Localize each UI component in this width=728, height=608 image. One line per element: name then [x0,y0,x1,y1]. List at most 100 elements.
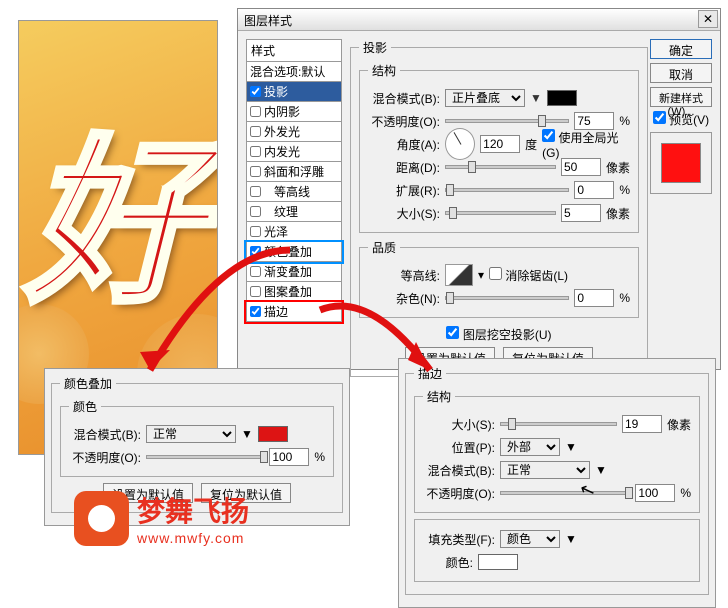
style-item-6[interactable]: 等高线 [246,182,342,202]
contour-picker[interactable] [445,264,473,286]
style-item-9[interactable]: 颜色叠加 [246,242,342,262]
style-checkbox[interactable] [250,186,261,197]
close-icon[interactable]: ✕ [698,10,718,28]
style-checkbox[interactable] [250,126,261,137]
sample-character: 好 [24,76,194,337]
size-input[interactable] [561,204,601,222]
distance-slider[interactable] [445,165,556,169]
styles-header: 样式 [246,39,342,62]
stroke-title: 描边 [414,365,446,382]
style-checkbox[interactable] [250,226,261,237]
style-checkbox[interactable] [250,146,261,157]
distance-input[interactable] [561,158,601,176]
styles-list: 样式 混合选项:默认投影内阴影外发光内发光斜面和浮雕等高线纹理光泽颜色叠加渐变叠… [246,39,342,361]
stroke-fill-label: 填充类型(F): [423,531,495,548]
style-checkbox[interactable] [250,206,261,217]
style-checkbox[interactable] [250,106,261,117]
spread-slider[interactable] [445,188,569,192]
opacity-input[interactable] [574,112,614,130]
overlay-color-label: 颜色 [69,398,101,415]
style-item-5[interactable]: 斜面和浮雕 [246,162,342,182]
style-item-10[interactable]: 渐变叠加 [246,262,342,282]
stroke-blend-select[interactable]: 正常 [500,461,590,479]
size-label: 大小(S): [368,205,440,222]
preview-swatch [661,143,701,183]
style-checkbox[interactable] [250,286,261,297]
angle-dial[interactable] [445,128,475,160]
shadow-color-swatch[interactable] [547,90,577,106]
style-item-11[interactable]: 图案叠加 [246,282,342,302]
style-label: 内阴影 [264,103,300,120]
stroke-size-slider[interactable] [500,422,617,426]
shadow-settings: 投影 结构 混合模式(B): 正片叠底 ▼ 不透明度(O): % 角度(A): [350,39,648,361]
stroke-pos-label: 位置(P): [423,439,495,456]
stroke-color-swatch[interactable] [478,554,518,570]
ok-button[interactable]: 确定 [650,39,712,59]
noise-slider[interactable] [445,296,569,300]
stroke-pos-select[interactable]: 外部 [500,438,560,456]
contour-label: 等高线: [368,267,440,284]
dialog-buttons: 确定 取消 新建样式(W)... 预览(V) [650,39,712,194]
dialog-titlebar: 图层样式 ✕ [238,9,720,31]
overlay-opacity-label: 不透明度(O): [69,449,141,466]
overlay-blend-label: 混合模式(B): [69,426,141,443]
overlay-opacity-slider[interactable] [146,455,264,459]
style-item-4[interactable]: 内发光 [246,142,342,162]
stroke-struct: 结构 [423,388,455,405]
stroke-opacity-label: 不透明度(O): [423,485,495,502]
stroke-panel: 描边 结构 大小(S): 像素 位置(P): 外部▼ 混合模式(B): 正常▼ … [398,358,716,608]
style-item-12[interactable]: 描边 [246,302,342,322]
style-item-3[interactable]: 外发光 [246,122,342,142]
style-checkbox[interactable] [250,266,261,277]
cancel-button[interactable]: 取消 [650,63,712,83]
style-item-7[interactable]: 纹理 [246,202,342,222]
style-checkbox[interactable] [250,306,261,317]
opacity-slider[interactable] [445,119,569,123]
blend-mode-label: 混合模式(B): [368,90,440,107]
logo-url: www.mwfy.com [137,530,249,546]
style-item-2[interactable]: 内阴影 [246,102,342,122]
noise-input[interactable] [574,289,614,307]
style-label: 外发光 [264,123,300,140]
spread-input[interactable] [574,181,614,199]
angle-input[interactable] [480,135,520,153]
overlay-blend-select[interactable]: 正常 [146,425,236,443]
style-item-0[interactable]: 混合选项:默认 [246,62,342,82]
stroke-fill-select[interactable]: 颜色 [500,530,560,548]
noise-label: 杂色(N): [368,290,440,307]
new-style-button[interactable]: 新建样式(W)... [650,87,712,107]
style-label: 斜面和浮雕 [264,163,324,180]
angle-label: 角度(A): [368,136,440,153]
stroke-opacity-input[interactable] [635,484,675,502]
style-label: 图案叠加 [264,283,312,300]
stroke-opacity-slider[interactable] [500,491,630,495]
antialias-checkbox[interactable]: 消除锯齿(L) [489,267,568,284]
struct-label: 结构 [368,62,400,79]
style-label: 渐变叠加 [264,263,312,280]
style-checkbox[interactable] [250,166,261,177]
style-label: 颜色叠加 [264,243,312,260]
style-label: 内发光 [264,143,300,160]
overlay-color-swatch[interactable] [258,426,288,442]
group-title: 投影 [359,39,391,56]
style-item-8[interactable]: 光泽 [246,222,342,242]
blend-mode-select[interactable]: 正片叠底 [445,89,525,107]
knockout-checkbox[interactable]: 图层挖空投影(U) [446,326,551,343]
overlay-title: 颜色叠加 [60,375,116,392]
global-light-checkbox[interactable]: 使用全局光(G) [542,129,630,160]
style-checkbox[interactable] [250,246,261,257]
style-item-1[interactable]: 投影 [246,82,342,102]
preview-checkbox[interactable]: 预览(V) [650,111,712,128]
style-label: 光泽 [264,223,288,240]
stroke-blend-label: 混合模式(B): [423,462,495,479]
size-slider[interactable] [445,211,556,215]
distance-label: 距离(D): [368,159,440,176]
style-checkbox[interactable] [250,86,261,97]
stroke-size-input[interactable] [622,415,662,433]
style-label: 等高线 [264,183,310,200]
stroke-color-label: 颜色: [423,554,473,571]
dialog-title: 图层样式 [244,14,292,28]
logo-flower-icon [74,491,129,546]
overlay-opacity-input[interactable] [269,448,309,466]
style-label: 描边 [264,303,288,320]
